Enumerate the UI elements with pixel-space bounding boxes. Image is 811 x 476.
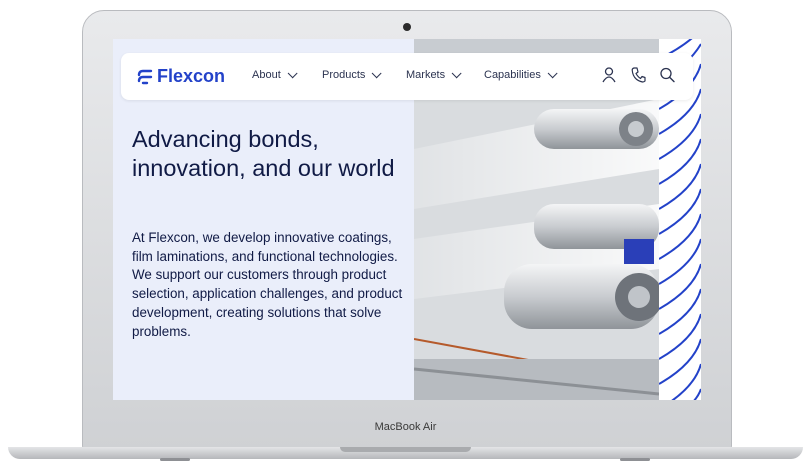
device-label: MacBook Air xyxy=(374,421,437,433)
hero-description: At Flexcon, we develop innovative coatin… xyxy=(132,230,403,339)
nav-markets[interactable]: Markets xyxy=(406,67,462,81)
nav-capabilities-label: Capabilities xyxy=(484,69,541,81)
laptop-foot xyxy=(620,458,650,461)
nav-capabilities[interactable]: Capabilities xyxy=(484,67,558,81)
chevron-down-icon xyxy=(372,67,382,78)
chevron-down-icon xyxy=(547,67,558,78)
webcam xyxy=(403,23,411,31)
flexcon-logo-icon xyxy=(137,69,153,84)
flexcon-logo[interactable]: Flexcon xyxy=(137,66,225,87)
site-header: Flexcon About Products Markets Capabilit… xyxy=(121,53,693,100)
brand-name: Flexcon xyxy=(157,66,226,86)
nav-about-label: About xyxy=(252,69,281,81)
hero-headline: Advancing bonds, innovation, and our wor… xyxy=(132,126,395,181)
phone-icon[interactable] xyxy=(631,67,646,83)
search-icon[interactable] xyxy=(660,67,675,83)
nav-about[interactable]: About xyxy=(252,67,298,81)
laptop-notch xyxy=(340,447,471,452)
user-icon[interactable] xyxy=(602,67,616,83)
nav-products[interactable]: Products xyxy=(322,67,382,81)
nav-markets-label: Markets xyxy=(406,69,446,81)
nav-products-label: Products xyxy=(322,69,366,81)
laptop-foot xyxy=(160,458,190,461)
browser-viewport: Flexcon About Products Markets Capabilit… xyxy=(113,39,701,400)
chevron-down-icon xyxy=(451,67,462,78)
chevron-down-icon xyxy=(287,67,298,78)
